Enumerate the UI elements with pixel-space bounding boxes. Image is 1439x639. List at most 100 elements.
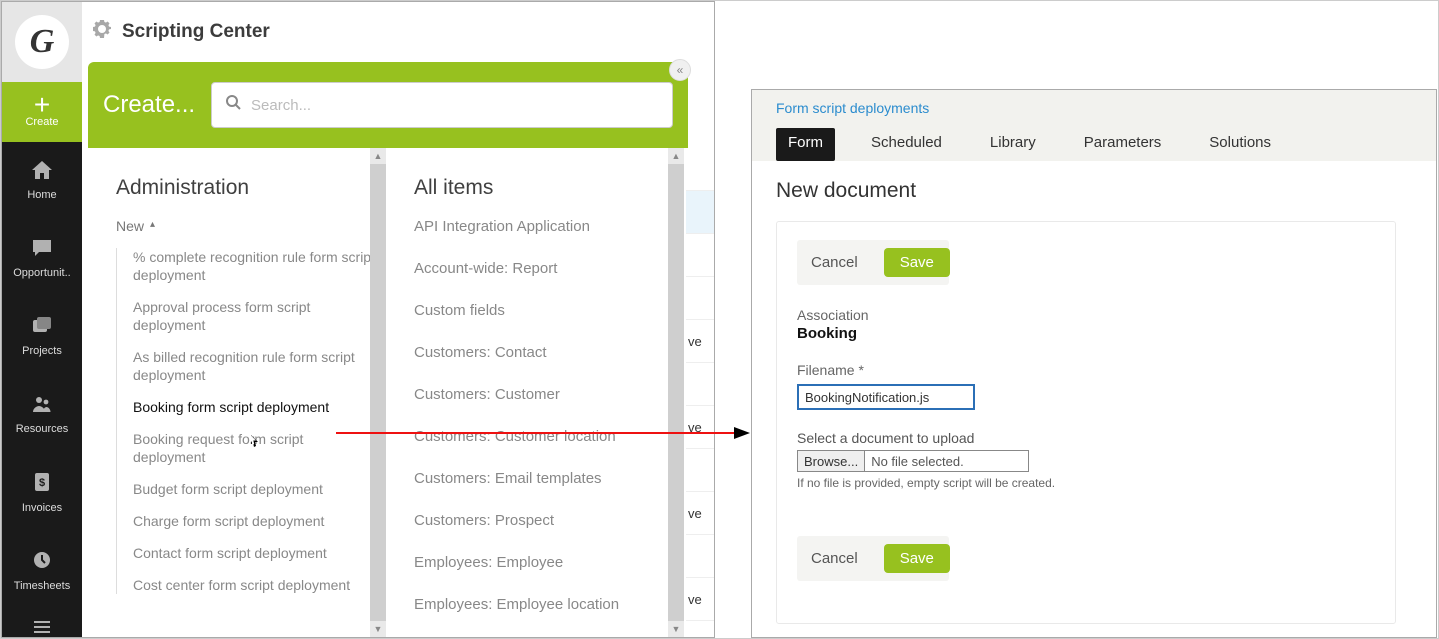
sidebar-item-label: Resources <box>7 423 77 435</box>
scroll-down-icon[interactable]: ▼ <box>668 621 684 637</box>
scroll-up-icon[interactable]: ▲ <box>668 148 684 164</box>
breadcrumb[interactable]: Form script deployments <box>776 100 1412 116</box>
all-items-entry[interactable]: Customers: Customer location <box>414 428 674 445</box>
column-administration: ▲ ▼ Administration New ▴ % complete reco… <box>88 148 386 637</box>
all-items-entry[interactable]: Employees: Employee location <box>414 596 674 613</box>
field-upload: Select a document to upload Browse... No… <box>797 430 1375 490</box>
association-label: Association <box>797 307 1375 323</box>
admin-item[interactable]: Booking request form script deployment <box>133 430 376 466</box>
all-items-entry[interactable]: Account-wide: Report <box>414 260 674 277</box>
app-logo: G <box>2 2 82 82</box>
tab-bar: Form Scheduled Library Parameters Soluti… <box>776 128 1412 161</box>
collapse-button[interactable]: « <box>669 59 691 81</box>
search-input[interactable] <box>251 97 658 114</box>
sidebar-item-projects[interactable]: Projects <box>2 298 82 376</box>
create-content: ▲ ▼ Administration New ▴ % complete reco… <box>88 148 688 637</box>
file-picker[interactable]: Browse... No file selected. <box>797 450 1029 472</box>
page-title: Scripting Center <box>122 21 270 43</box>
all-items-entry[interactable]: Customers: Email templates <box>414 470 674 487</box>
admin-item-booking[interactable]: Booking form script deployment <box>133 398 376 416</box>
svg-text:$: $ <box>39 477 45 489</box>
sidebar-item-timesheets[interactable]: Timesheets <box>2 532 82 610</box>
app-window-left: G + Create Home Opportunit.. <box>1 1 715 638</box>
scrollbar-col2[interactable]: ▲ ▼ <box>668 148 684 637</box>
new-menu[interactable]: New ▴ <box>116 218 155 234</box>
sidebar-item-label: Timesheets <box>7 580 77 592</box>
sidebar-item-label: Opportunit.. <box>7 267 77 279</box>
app-window-right: Form script deployments Form Scheduled L… <box>751 89 1437 638</box>
search-box[interactable] <box>211 82 673 128</box>
cancel-button[interactable]: Cancel <box>807 250 862 275</box>
admin-item[interactable]: Budget form script deployment <box>133 480 376 498</box>
chat-icon <box>32 239 52 263</box>
peek-row <box>686 449 714 492</box>
save-button[interactable]: Save <box>884 544 950 573</box>
left-sidebar: G + Create Home Opportunit.. <box>2 2 82 638</box>
peek-row: ve <box>686 406 714 449</box>
admin-item[interactable]: Approval process form script deployment <box>133 298 376 334</box>
scrollbar-col1[interactable]: ▲ ▼ <box>370 148 386 637</box>
cancel-button[interactable]: Cancel <box>807 546 862 571</box>
file-selected-text: No file selected. <box>865 451 970 471</box>
invoices-icon: $ <box>34 472 50 498</box>
search-icon <box>226 95 241 115</box>
peek-row <box>686 148 714 191</box>
association-value: Booking <box>797 325 1375 342</box>
plus-icon: + <box>34 96 50 114</box>
sidebar-create-button[interactable]: + Create <box>2 82 82 142</box>
peek-row <box>686 363 714 406</box>
filename-input[interactable] <box>797 384 975 410</box>
create-bar: Create... « <box>88 62 688 148</box>
sidebar-item-label: Invoices <box>7 502 77 514</box>
admin-item[interactable]: As billed recognition rule form script d… <box>133 348 376 384</box>
tab-solutions[interactable]: Solutions <box>1197 128 1283 161</box>
peek-row <box>686 191 714 234</box>
col1-title: Administration <box>116 176 376 200</box>
admin-item[interactable]: % complete recognition rule form script … <box>133 248 376 284</box>
sidebar-item-label: Home <box>7 189 77 201</box>
peek-row: ve <box>686 320 714 363</box>
peek-row: ve <box>686 578 714 621</box>
admin-item[interactable]: Charge form script deployment <box>133 512 376 530</box>
tab-form[interactable]: Form <box>776 128 835 161</box>
scroll-down-icon[interactable]: ▼ <box>370 621 386 637</box>
page-header: Scripting Center <box>82 2 714 62</box>
peek-row <box>686 234 714 277</box>
create-label: Create... <box>103 91 195 119</box>
field-filename: Filename <box>797 362 1375 410</box>
all-items-entry[interactable]: Employees: Employee <box>414 554 674 571</box>
scroll-up-icon[interactable]: ▲ <box>370 148 386 164</box>
all-items-entry[interactable]: API Integration Application <box>414 218 674 235</box>
sidebar-item-invoices[interactable]: $ Invoices <box>2 454 82 532</box>
sidebar-item-label: Projects <box>7 345 77 357</box>
gear-icon[interactable] <box>92 19 112 45</box>
button-row-bottom: Cancel Save <box>797 536 949 581</box>
upload-label: Select a document to upload <box>797 430 1375 446</box>
sidebar-item-resources[interactable]: Resources <box>2 376 82 454</box>
admin-item[interactable]: Cost center form script deployment <box>133 576 376 594</box>
field-association: Association Booking <box>797 307 1375 342</box>
upload-hint: If no file is provided, empty script wil… <box>797 476 1375 490</box>
save-button[interactable]: Save <box>884 248 950 277</box>
scroll-track[interactable] <box>668 164 684 621</box>
button-row-top: Cancel Save <box>797 240 949 285</box>
timesheets-icon <box>32 550 52 576</box>
tab-parameters[interactable]: Parameters <box>1072 128 1174 161</box>
all-items-entry[interactable]: Customers: Customer <box>414 386 674 403</box>
all-items-entry[interactable]: Customers: Prospect <box>414 512 674 529</box>
all-items-entry[interactable]: Custom fields <box>414 302 674 319</box>
all-items-entry[interactable]: Customers: Contact <box>414 344 674 361</box>
tab-library[interactable]: Library <box>978 128 1048 161</box>
sidebar-item-opportunities[interactable]: Opportunit.. <box>2 220 82 298</box>
filename-label: Filename <box>797 362 1375 378</box>
admin-item[interactable]: Contact form script deployment <box>133 544 376 562</box>
sidebar-item-more[interactable] <box>2 610 82 638</box>
tab-scheduled[interactable]: Scheduled <box>859 128 954 161</box>
scroll-track[interactable] <box>370 164 386 621</box>
chevron-left-icon: « <box>677 63 684 77</box>
new-label: New <box>116 218 144 234</box>
peek-row <box>686 277 714 320</box>
browse-button[interactable]: Browse... <box>798 451 865 471</box>
sidebar-item-home[interactable]: Home <box>2 142 82 220</box>
logo-letter: G <box>15 15 69 69</box>
